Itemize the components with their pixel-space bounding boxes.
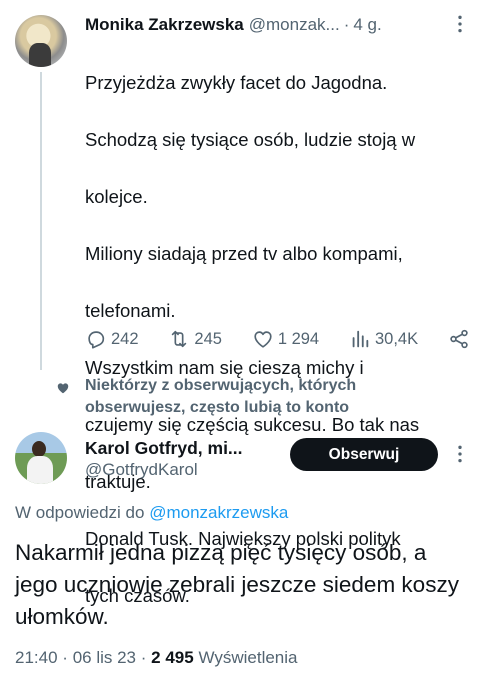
follow-button[interactable]: Obserwuj bbox=[290, 438, 438, 471]
author-handle[interactable]: @monzak... bbox=[249, 15, 340, 35]
reply-icon bbox=[88, 331, 105, 349]
views-count: 30,4K bbox=[374, 329, 419, 348]
tweet-time[interactable]: 21:40 bbox=[15, 648, 58, 667]
tweet-text-line: Miliony siadają przed tv albo kompami, bbox=[85, 242, 403, 264]
tweet-header: Monika Zakrzewska @monzak... · 4 g. bbox=[85, 14, 470, 36]
separator-dot: · bbox=[140, 648, 147, 667]
reply-prefix: W odpowiedzi do bbox=[15, 503, 145, 522]
reply-count: 242 bbox=[111, 329, 139, 348]
avatar[interactable] bbox=[15, 432, 67, 484]
author-name[interactable]: Karol Gotfryd, mi... bbox=[85, 438, 243, 459]
views-label: Wyświetlenia bbox=[198, 648, 298, 667]
tweet-date[interactable]: 06 lis 23 bbox=[73, 648, 136, 667]
social-context-text: Niektórzy z obserwujących, których obser… bbox=[85, 377, 357, 416]
tweet-text-line: Schodzą się tysiące osób, ludzie stoją w bbox=[85, 128, 416, 150]
views-button[interactable]: 30,4K bbox=[349, 328, 418, 350]
repost-count: 245 bbox=[194, 329, 222, 348]
social-context: Niektórzy z obserwujących, których obser… bbox=[0, 372, 485, 424]
author-handle[interactable]: @GotfrydKarol bbox=[85, 460, 198, 480]
tweet-time[interactable]: 4 g. bbox=[353, 15, 381, 35]
tweet-text-line: telefonami. bbox=[85, 299, 176, 321]
views-count: 2 495 bbox=[151, 648, 194, 667]
tweet-text-line: Przyjeżdża zwykły facet do Jagodna. bbox=[85, 71, 388, 93]
tweet-text-line: kolejce. bbox=[85, 185, 148, 207]
tweet-actions: 242 245 1 294 30,4K bbox=[85, 326, 470, 352]
parent-tweet[interactable]: Monika Zakrzewska @monzak... · 4 g. Przy… bbox=[0, 0, 485, 606]
thread-connector-line bbox=[40, 72, 42, 370]
share-button[interactable] bbox=[448, 328, 470, 350]
heart-icon bbox=[254, 331, 272, 348]
repost-icon bbox=[172, 330, 187, 348]
reply-mention-link[interactable]: @monzakrzewska bbox=[149, 503, 288, 522]
like-count: 1 294 bbox=[277, 329, 320, 348]
reply-context: W odpowiedzi do @monzakrzewska bbox=[15, 503, 288, 523]
avatar[interactable] bbox=[15, 15, 67, 67]
more-options-icon[interactable] bbox=[450, 444, 470, 464]
author-name[interactable]: Monika Zakrzewska bbox=[85, 15, 244, 35]
like-button[interactable]: 1 294 bbox=[252, 328, 319, 350]
heart-icon bbox=[57, 383, 69, 394]
analytics-icon bbox=[352, 330, 369, 348]
tweet-text: Nakarmił jedna pizzą pięć tysięcy osób, … bbox=[15, 540, 459, 629]
reply-button[interactable]: 242 bbox=[85, 328, 139, 350]
separator-dot: · bbox=[62, 648, 68, 667]
share-icon bbox=[450, 329, 468, 349]
separator-dot: · bbox=[343, 15, 350, 34]
repost-button[interactable]: 245 bbox=[168, 328, 222, 350]
tweet-metadata: 21:40 · 06 lis 23 · 2 495 Wyświetlenia bbox=[15, 648, 297, 668]
more-options-icon[interactable] bbox=[450, 14, 470, 34]
